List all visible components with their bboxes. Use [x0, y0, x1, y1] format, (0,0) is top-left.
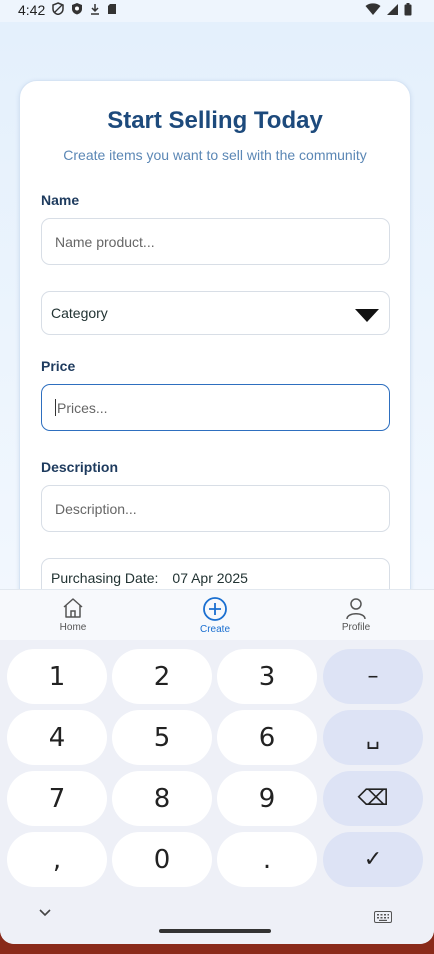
description-label: Description [41, 459, 119, 475]
create-item-card: Start Selling Today Create items you wan… [19, 80, 411, 640]
key-period[interactable]: . [217, 832, 317, 887]
shield-icon [52, 2, 64, 18]
key-backspace[interactable]: ⌫ [323, 771, 423, 826]
date-value: 07 Apr 2025 [172, 570, 248, 586]
date-label: Purchasing Date: [51, 570, 159, 586]
name-input[interactable]: Name product... [41, 218, 390, 265]
price-input[interactable]: Prices... [41, 384, 390, 431]
text-cursor [55, 399, 56, 416]
key-9[interactable]: 9 [217, 771, 317, 826]
numeric-keyboard: 1 2 3 – 4 5 6 ␣ 7 8 9 ⌫ , 0 . ✓ [0, 640, 434, 944]
page-subtitle: Create items you want to sell with the c… [63, 147, 367, 163]
name-label: Name [41, 192, 80, 208]
signal-icon [386, 3, 399, 19]
download-icon [90, 3, 100, 18]
key-5[interactable]: 5 [112, 710, 212, 765]
key-space[interactable]: ␣ [323, 710, 423, 765]
home-icon [63, 598, 83, 618]
key-3[interactable]: 3 [217, 649, 317, 704]
key-0[interactable]: 0 [112, 832, 212, 887]
status-bar: 4:42 [0, 0, 434, 22]
nav-home[interactable]: Home [33, 596, 113, 633]
key-enter[interactable]: ✓ [323, 832, 423, 887]
hide-keyboard-icon[interactable] [38, 905, 52, 921]
keyboard-switch-icon[interactable] [374, 910, 392, 928]
key-1[interactable]: 1 [7, 649, 107, 704]
description-input[interactable]: Description... [41, 485, 390, 532]
nav-profile[interactable]: Profile [316, 596, 396, 633]
category-value: Category [51, 305, 108, 321]
dropdown-arrow-icon [355, 309, 379, 322]
status-left: 4:42 [18, 2, 117, 18]
key-comma[interactable]: , [7, 832, 107, 887]
category-select[interactable]: Category [41, 291, 390, 335]
nav-create-label: Create [199, 624, 230, 635]
gesture-home-bar[interactable] [159, 929, 271, 933]
plus-circle-icon [203, 597, 227, 621]
price-label: Price [41, 358, 76, 374]
key-6[interactable]: 6 [217, 710, 317, 765]
nav-profile-label: Profile [341, 622, 371, 633]
battery-icon [404, 3, 412, 19]
profile-icon [346, 598, 366, 620]
price-placeholder: Prices... [57, 399, 108, 416]
key-2[interactable]: 2 [112, 649, 212, 704]
nav-create[interactable]: Create [175, 596, 255, 635]
shield-filled-icon [71, 2, 83, 18]
page-title: Start Selling Today [107, 107, 323, 134]
name-placeholder: Name product... [55, 233, 155, 250]
nav-home-label: Home [59, 622, 87, 633]
wifi-icon [365, 3, 381, 19]
key-minus[interactable]: – [323, 649, 423, 704]
key-4[interactable]: 4 [7, 710, 107, 765]
description-placeholder: Description... [55, 500, 137, 517]
key-7[interactable]: 7 [7, 771, 107, 826]
key-8[interactable]: 8 [112, 771, 212, 826]
status-right [365, 3, 412, 19]
app-screen: 4:42 Start Selling Today Create items yo… [0, 0, 434, 944]
status-time: 4:42 [18, 2, 46, 18]
sd-card-icon [107, 3, 117, 18]
bottom-navigation: Home Create Profile [0, 589, 434, 640]
